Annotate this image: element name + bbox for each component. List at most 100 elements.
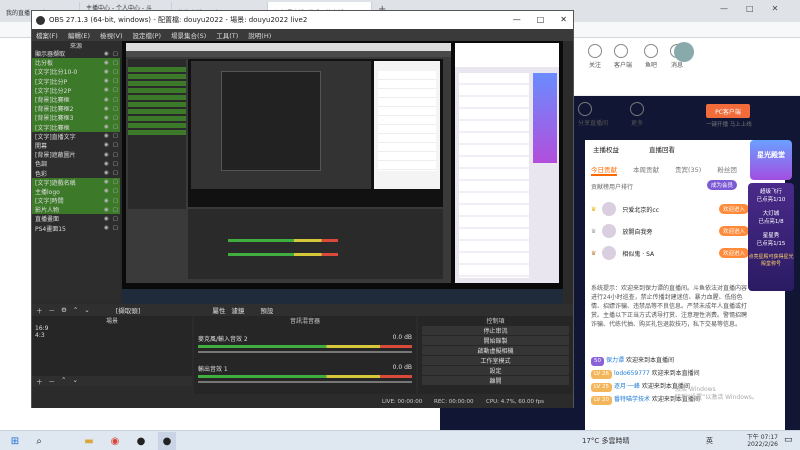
tab-today[interactable]: 今日贡献 [591, 164, 617, 176]
source-item[interactable]: 色彩 ◉ ▢ [32, 168, 120, 178]
source-item[interactable]: 直播畫面 ◉ ▢ [32, 214, 120, 224]
move-down-icon[interactable]: ⌄ [72, 376, 77, 386]
eye-icon[interactable]: ◉ [104, 198, 111, 204]
eye-icon[interactable]: ◉ [104, 170, 111, 176]
lock-icon[interactable]: ▢ [113, 78, 120, 84]
obs-icon-2[interactable]: ● [158, 432, 176, 450]
eye-icon[interactable]: ◉ [104, 152, 111, 158]
eye-icon[interactable]: ◉ [104, 106, 111, 112]
tab-replay[interactable]: 直播回看 [649, 144, 675, 154]
list-item[interactable]: ♛ 相似鬼 · SA 欢迎进入 [591, 242, 749, 264]
input-language[interactable]: 英 [706, 436, 713, 446]
scene-item[interactable]: 4:3 [32, 332, 192, 339]
add-source-button[interactable]: ＋ [36, 305, 43, 315]
remove-scene-button[interactable]: － [49, 376, 56, 386]
list-item[interactable]: ♛ 只爱北京的cc 欢迎进入 [591, 198, 749, 220]
welcome-button[interactable]: 欢迎进入 [718, 248, 749, 258]
eye-icon[interactable]: ◉ [104, 142, 111, 148]
source-item[interactable]: [背景]比賽框2 ◉ ▢ [32, 104, 120, 114]
lock-icon[interactable]: ▢ [113, 216, 120, 222]
volume-slider[interactable] [198, 381, 412, 383]
chat-username[interactable]: 逐月·一峰 [614, 383, 640, 390]
menu-edit[interactable]: 編輯(E) [68, 30, 90, 40]
lock-icon[interactable]: ▢ [113, 69, 120, 75]
share-live-room[interactable]: 分享直播间 [578, 102, 608, 127]
source-item[interactable]: [文字]遊戲名稱 ◉ ▢ [32, 177, 120, 187]
eye-icon[interactable]: ◉ [104, 225, 111, 231]
lock-icon[interactable]: ▢ [113, 115, 120, 121]
menu-view[interactable]: 檢視(V) [100, 30, 123, 40]
eye-icon[interactable]: ◉ [104, 188, 111, 194]
gift-item[interactable]: 大灯城 已点亮1/8 [748, 209, 794, 225]
welcome-button[interactable]: 欢迎进入 [718, 226, 749, 236]
close-window-button[interactable]: ✕ [772, 4, 779, 13]
source-item[interactable]: [文字]比分10-0 ◉ ▢ [32, 67, 120, 77]
settings-button[interactable]: 設定 [422, 366, 569, 375]
move-down-icon[interactable]: ⌄ [84, 306, 89, 314]
close-window-button[interactable]: ✕ [560, 15, 567, 24]
remove-source-button[interactable]: － [49, 305, 56, 315]
obs-icon[interactable]: ● [132, 432, 150, 450]
vip-button[interactable]: 成为会员 [707, 180, 738, 190]
source-item[interactable]: 顯示器擷取 ◉ ▢ [32, 49, 120, 59]
eye-icon[interactable]: ◉ [104, 179, 111, 185]
move-up-icon[interactable]: ⌃ [73, 306, 78, 314]
source-item[interactable]: [文字]比分P ◉ ▢ [32, 76, 120, 86]
tab-vip[interactable]: 贵宾(35) [675, 164, 701, 176]
chrome-icon[interactable]: ◉ [106, 432, 124, 450]
eye-icon[interactable]: ◉ [104, 69, 111, 75]
default-button[interactable]: 預設 [260, 305, 273, 315]
source-item[interactable]: PS4畫面15 ◉ ▢ [32, 224, 120, 233]
minimize-button[interactable]: — [513, 15, 521, 24]
weather-widget[interactable]: 17°C 多雲時晴 [582, 436, 630, 446]
eye-icon[interactable]: ◉ [104, 207, 111, 213]
avatar[interactable] [674, 42, 694, 62]
source-item[interactable]: 色調 ◉ ▢ [32, 159, 120, 169]
eye-icon[interactable]: ◉ [104, 124, 111, 130]
add-scene-button[interactable]: ＋ [36, 376, 43, 386]
minimize-button[interactable]: — [720, 4, 728, 13]
maximize-button[interactable]: □ [746, 4, 754, 13]
eye-icon[interactable]: ◉ [104, 133, 111, 139]
lock-icon[interactable]: ▢ [113, 87, 120, 93]
source-item[interactable]: [文字]直播文字 ◉ ▢ [32, 132, 120, 141]
clock[interactable]: 下午 07:17 2022/2/26 [738, 432, 778, 448]
eye-icon[interactable]: ◉ [104, 60, 111, 66]
scene-item[interactable]: 16:9 [32, 325, 192, 332]
gift-item[interactable]: 星星秀 已点亮1/15 [748, 231, 794, 247]
lock-icon[interactable]: ▢ [113, 161, 120, 167]
chat-username[interactable]: lodo659777 [614, 370, 650, 377]
eye-icon[interactable]: ◉ [104, 161, 111, 167]
exit-button[interactable]: 離開 [422, 376, 569, 385]
welcome-button[interactable]: 欢迎进入 [718, 204, 749, 214]
menu-scene-collection[interactable]: 場景集合(S) [171, 30, 206, 40]
eye-icon[interactable]: ◉ [104, 97, 111, 103]
header-client[interactable]: 客户端 [614, 44, 632, 69]
gift-item[interactable]: 超级飞行 已点亮1/10 [748, 187, 794, 203]
pc-client-button[interactable]: PC客户端 [706, 104, 750, 118]
maximize-button[interactable]: □ [537, 15, 545, 24]
gear-icon[interactable]: ⚙ [61, 306, 67, 314]
lock-icon[interactable]: ▢ [113, 60, 120, 66]
lock-icon[interactable]: ▢ [113, 106, 120, 112]
lock-icon[interactable]: ▢ [113, 97, 120, 103]
virtual-camera-button[interactable]: 啟動虛擬相機 [422, 346, 569, 355]
lock-icon[interactable]: ▢ [113, 152, 120, 158]
source-item[interactable]: [文字]時間 ◉ ▢ [32, 196, 120, 206]
eye-icon[interactable]: ◉ [104, 115, 111, 121]
eye-icon[interactable]: ◉ [104, 87, 111, 93]
more-button[interactable]: 更多 [630, 102, 645, 127]
obs-preview[interactable] [122, 41, 563, 304]
source-item[interactable]: [背景]比賽框 ◉ ▢ [32, 94, 120, 105]
menu-profile[interactable]: 設定檔(P) [133, 30, 162, 40]
chat-username[interactable]: 保力谭 [606, 357, 624, 364]
lock-icon[interactable]: ▢ [113, 188, 120, 194]
source-item[interactable]: [背景]遮蔽圖片 ◉ ▢ [32, 150, 120, 160]
lock-icon[interactable]: ▢ [113, 225, 120, 231]
eye-icon[interactable]: ◉ [104, 78, 111, 84]
lock-icon[interactable]: ▢ [113, 133, 120, 139]
source-item[interactable]: 主播logo ◉ ▢ [32, 186, 120, 196]
source-item[interactable]: 開幕 ◉ ▢ [32, 141, 120, 150]
header-follow[interactable]: 关注 [588, 44, 602, 69]
lock-icon[interactable]: ▢ [113, 198, 120, 204]
